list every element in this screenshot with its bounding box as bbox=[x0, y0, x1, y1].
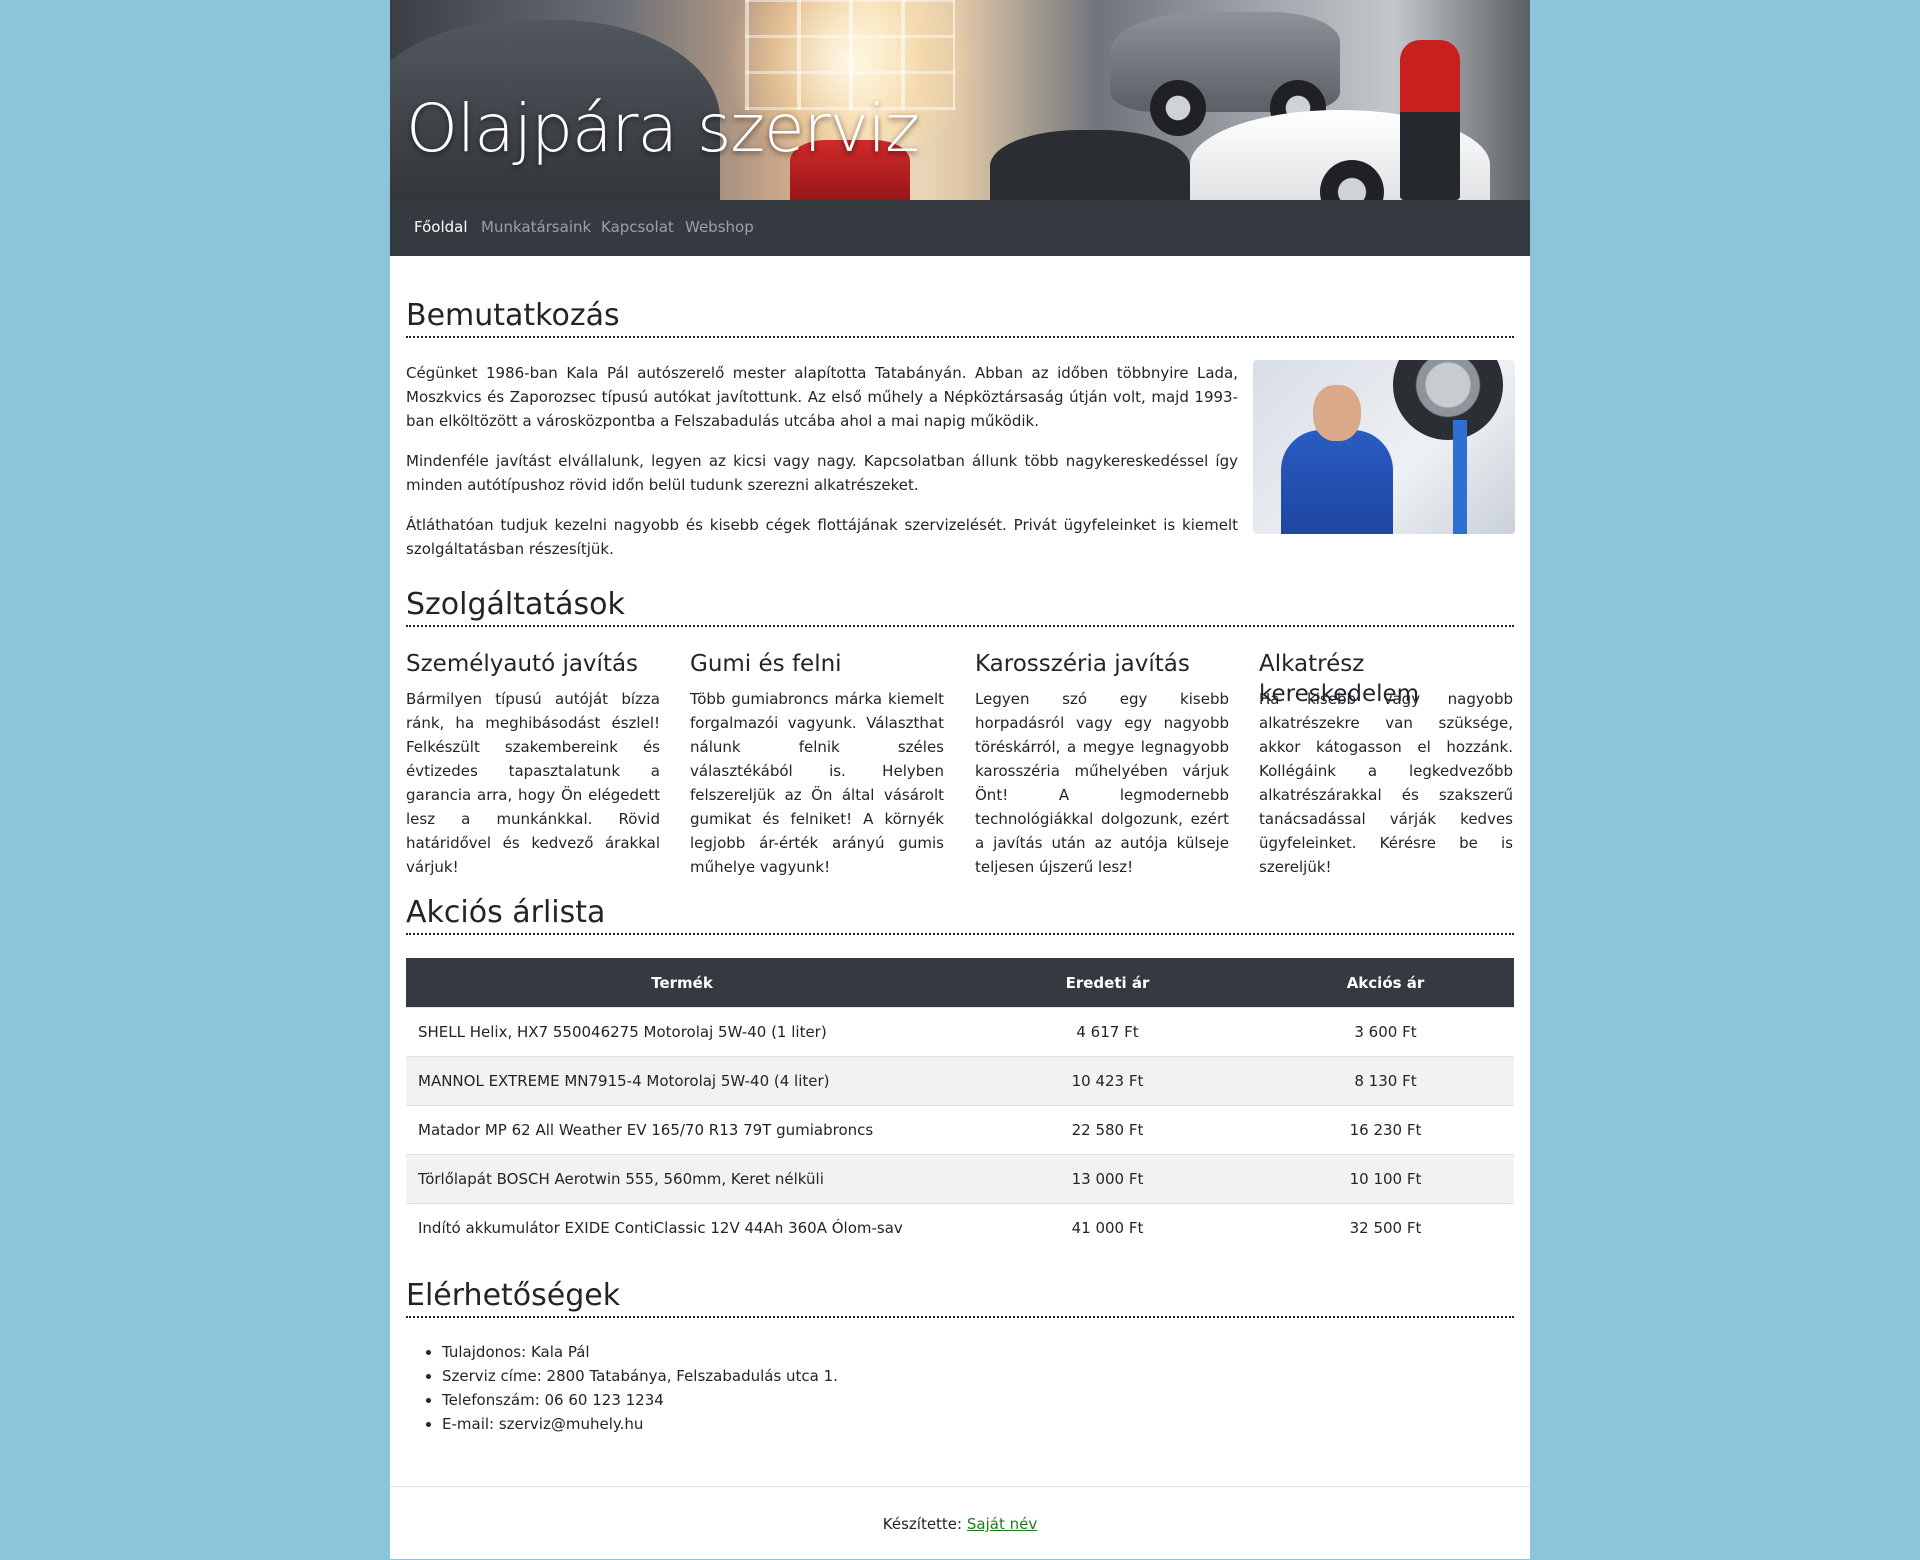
original-price-cell: 41 000 Ft bbox=[958, 1203, 1257, 1252]
intro-paragraph-3: Átláthatóan tudjuk kezelni nagyobb és ki… bbox=[406, 516, 1238, 558]
site-title: Olajpára szerviz bbox=[406, 90, 920, 167]
original-price-cell: 13 000 Ft bbox=[958, 1154, 1257, 1204]
service-title: Személyautó javítás bbox=[406, 651, 639, 677]
contact-phone: Telefonszám: 06 60 123 1234 bbox=[442, 1388, 838, 1412]
nav-item-webshop[interactable]: Webshop bbox=[685, 218, 754, 236]
table-row: MANNOL EXTREME MN7915-4 Motorolaj 5W-40 … bbox=[406, 1056, 1514, 1106]
sale-price-cell: 3 600 Ft bbox=[1257, 1007, 1514, 1057]
product-name-cell: Törlőlapát BOSCH Aerotwin 555, 560mm, Ke… bbox=[406, 1154, 958, 1204]
main-navbar: Főoldal Munkatársaink Kapcsolat Webshop bbox=[390, 200, 1530, 256]
product-name-cell: SHELL Helix, HX7 550046275 Motorolaj 5W-… bbox=[406, 1007, 958, 1057]
mechanic-photo bbox=[1253, 360, 1515, 534]
product-name-cell: Indító akkumulátor EXIDE ContiClassic 12… bbox=[406, 1203, 958, 1252]
service-text: Bármilyen típusú autóját bízza ránk, ha … bbox=[406, 690, 660, 876]
sale-price-cell: 32 500 Ft bbox=[1257, 1203, 1514, 1252]
table-row: Matador MP 62 All Weather EV 165/70 R13 … bbox=[406, 1105, 1514, 1155]
price-table: Termék Eredeti ár Akciós ár SHELL Helix,… bbox=[406, 958, 1514, 1252]
original-price-cell: 10 423 Ft bbox=[958, 1056, 1257, 1106]
page-container: Olajpára szerviz Főoldal Munkatársaink K… bbox=[390, 0, 1530, 1559]
contact-email: E-mail: szerviz@muhely.hu bbox=[442, 1412, 838, 1436]
column-header-sale-price: Akciós ár bbox=[1257, 958, 1514, 1008]
column-header-original-price: Eredeti ár bbox=[958, 958, 1257, 1008]
original-price-cell: 22 580 Ft bbox=[958, 1105, 1257, 1155]
table-row: Indító akkumulátor EXIDE ContiClassic 12… bbox=[406, 1203, 1514, 1252]
contact-heading: Elérhetőségek bbox=[406, 1276, 1514, 1318]
product-name-cell: Matador MP 62 All Weather EV 165/70 R13 … bbox=[406, 1105, 958, 1155]
page-footer: Készítette: Saját név bbox=[390, 1486, 1530, 1560]
sale-price-cell: 16 230 Ft bbox=[1257, 1105, 1514, 1155]
nav-item-kapcsolat[interactable]: Kapcsolat bbox=[601, 218, 674, 236]
table-row: Törlőlapát BOSCH Aerotwin 555, 560mm, Ke… bbox=[406, 1154, 1514, 1204]
contact-owner: Tulajdonos: Kala Pál bbox=[442, 1340, 838, 1364]
nav-item-munkatarsaink[interactable]: Munkatársaink bbox=[481, 218, 591, 236]
mechanic-figure bbox=[1400, 40, 1460, 200]
intro-paragraph-2: Mindenféle javítást elvállalunk, legyen … bbox=[406, 452, 1238, 494]
prices-heading: Akciós árlista bbox=[406, 893, 1514, 935]
column-header-product: Termék bbox=[406, 958, 958, 1008]
service-text: Több gumiabroncs márka kiemelt forgalmaz… bbox=[690, 690, 944, 876]
sale-price-cell: 8 130 Ft bbox=[1257, 1056, 1514, 1106]
service-text: Legyen szó egy kisebb horpadásról vagy e… bbox=[975, 690, 1229, 876]
nav-item-fooldal[interactable]: Főoldal bbox=[414, 218, 468, 236]
intro-paragraph-1: Cégünket 1986-ban Kala Pál autószerelő m… bbox=[406, 364, 1238, 430]
service-text: Ha kisebb vagy nagyobb alkatrészekre van… bbox=[1259, 690, 1513, 876]
service-title: Karosszéria javítás bbox=[975, 651, 1190, 677]
intro-heading: Bemutatkozás bbox=[406, 296, 1514, 338]
footer-credit-label: Készítette: bbox=[882, 1515, 963, 1533]
services-heading: Szolgáltatások bbox=[406, 585, 1514, 627]
contact-list: Tulajdonos: Kala Pál Szerviz címe: 2800 … bbox=[420, 1340, 838, 1436]
product-name-cell: MANNOL EXTREME MN7915-4 Motorolaj 5W-40 … bbox=[406, 1056, 958, 1106]
table-row: SHELL Helix, HX7 550046275 Motorolaj 5W-… bbox=[406, 1007, 1514, 1057]
footer-author-link[interactable]: Saját név bbox=[967, 1515, 1037, 1533]
table-header-row: Termék Eredeti ár Akciós ár bbox=[406, 958, 1514, 1008]
contact-address: Szerviz címe: 2800 Tatabánya, Felszabadu… bbox=[442, 1364, 838, 1388]
original-price-cell: 4 617 Ft bbox=[958, 1007, 1257, 1057]
header-banner: Olajpára szerviz bbox=[390, 0, 1530, 200]
sale-price-cell: 10 100 Ft bbox=[1257, 1154, 1514, 1204]
service-title: Gumi és felni bbox=[690, 651, 842, 677]
